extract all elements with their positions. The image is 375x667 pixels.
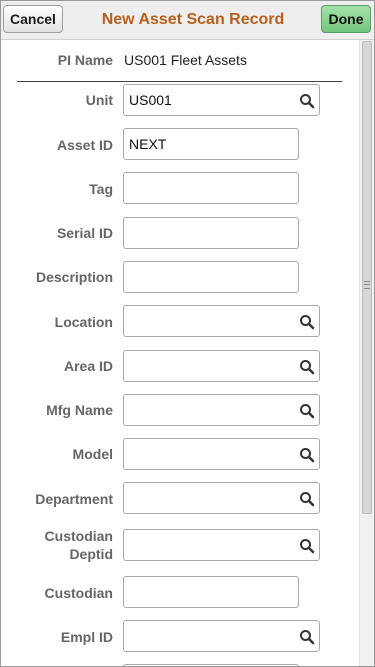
next-field-partial[interactable] <box>123 664 299 666</box>
custodian-label: Custodian <box>44 585 113 601</box>
unit-value: US001 <box>129 92 172 108</box>
search-icon[interactable] <box>299 629 315 645</box>
custodian-deptid-label-line1: Custodian <box>44 528 113 544</box>
search-icon[interactable] <box>299 314 315 330</box>
done-button[interactable]: Done <box>321 5 371 33</box>
empl-id-label: Empl ID <box>60 629 113 645</box>
scrollbar-thumb[interactable] <box>362 41 372 514</box>
search-icon[interactable] <box>299 447 315 463</box>
app-frame: Cancel New Asset Scan Record Done PI Nam… <box>0 0 375 667</box>
mfg-name-label: Mfg Name <box>46 402 113 418</box>
custodian-field[interactable] <box>123 576 299 608</box>
tag-field[interactable] <box>123 172 299 204</box>
description-field[interactable] <box>123 261 299 293</box>
search-icon[interactable] <box>299 538 315 554</box>
asset-id-label: Asset ID <box>56 137 113 153</box>
pi-name-value: US001 Fleet Assets <box>124 52 247 68</box>
search-icon[interactable] <box>299 491 315 507</box>
pi-name-label: PI Name <box>57 52 113 68</box>
search-icon[interactable] <box>299 403 315 419</box>
asset-id-value: NEXT <box>129 136 167 152</box>
area-id-label: Area ID <box>63 358 113 374</box>
asset-id-field[interactable]: NEXT <box>123 128 299 160</box>
serial-id-field[interactable] <box>123 217 299 249</box>
mfg-name-field[interactable] <box>123 394 320 426</box>
form-content: PI Name US001 Fleet Assets Unit US001 As… <box>1 40 359 666</box>
header-bar: Cancel New Asset Scan Record Done <box>1 1 374 40</box>
custodian-deptid-label-line2: Deptid <box>69 546 113 562</box>
area-id-field[interactable] <box>123 350 320 382</box>
unit-label: Unit <box>85 92 113 108</box>
search-icon[interactable] <box>299 359 315 375</box>
divider <box>17 81 342 82</box>
department-field[interactable] <box>123 482 320 514</box>
department-label: Department <box>35 491 113 507</box>
description-label: Description <box>35 269 113 285</box>
vertical-scrollbar[interactable] <box>359 40 374 666</box>
tag-label: Tag <box>89 181 113 197</box>
unit-field[interactable]: US001 <box>123 84 320 116</box>
model-field[interactable] <box>123 438 320 470</box>
location-label: Location <box>54 314 113 330</box>
custodian-deptid-field[interactable] <box>123 529 320 561</box>
grip-icon <box>364 281 370 289</box>
search-icon[interactable] <box>299 93 315 109</box>
page-title: New Asset Scan Record <box>101 11 285 28</box>
empl-id-field[interactable] <box>123 620 320 652</box>
cancel-button[interactable]: Cancel <box>3 5 63 33</box>
model-label: Model <box>72 446 113 462</box>
serial-id-label: Serial ID <box>56 225 113 241</box>
location-field[interactable] <box>123 305 320 337</box>
